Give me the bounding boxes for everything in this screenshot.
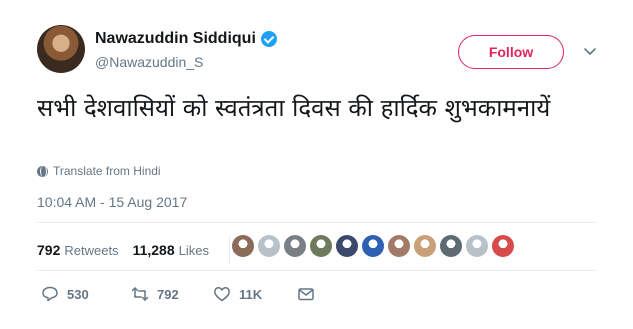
tweet-text: सभी देशवासियों को स्वतंत्रता दिवस की हार…	[37, 94, 551, 122]
envelope-icon	[298, 288, 314, 301]
liker-avatar[interactable]	[232, 235, 254, 257]
liker-avatar[interactable]	[492, 235, 514, 257]
liker-avatar[interactable]	[258, 235, 280, 257]
author-name[interactable]: Nawazuddin Siddiqui	[95, 30, 256, 48]
like-count: 11K	[239, 286, 263, 302]
tweet-timestamp[interactable]: 10:04 AM - 15 Aug 2017	[37, 194, 187, 210]
translate-label: Translate from Hindi	[53, 164, 161, 178]
divider-top	[37, 222, 597, 223]
author-handle[interactable]: @Nawazuddin_S	[95, 54, 203, 70]
translate-link[interactable]: Translate from Hindi	[37, 164, 161, 178]
likes-count: 11,288	[132, 242, 175, 258]
retweet-count: 792	[157, 286, 179, 302]
divider-bottom	[37, 270, 597, 271]
likes-label: Likes	[178, 243, 209, 258]
reply-button[interactable]: 530	[41, 285, 131, 303]
tweet-actions: 530 792 11K	[41, 285, 315, 303]
retweet-icon	[131, 287, 149, 301]
liker-avatar[interactable]	[466, 235, 488, 257]
author-name-row: Nawazuddin Siddiqui	[95, 30, 277, 48]
like-button[interactable]: 11K	[213, 285, 297, 303]
retweets-label: Retweets	[64, 243, 119, 258]
stats-separator	[228, 236, 230, 264]
liker-avatar[interactable]	[310, 235, 332, 257]
liker-avatar[interactable]	[414, 235, 436, 257]
author-avatar[interactable]	[37, 25, 85, 73]
globe-icon	[37, 165, 48, 177]
liker-avatar[interactable]	[284, 235, 306, 257]
retweet-button[interactable]: 792	[131, 285, 213, 303]
verified-badge-icon	[260, 31, 277, 47]
liker-avatar[interactable]	[388, 235, 410, 257]
tweet-stats: 792 Retweets 11,288 Likes	[37, 236, 230, 264]
liker-avatar[interactable]	[336, 235, 358, 257]
liker-avatar[interactable]	[440, 235, 462, 257]
retweets-stat[interactable]: 792 Retweets	[37, 242, 119, 258]
heart-icon	[214, 287, 230, 302]
reply-count: 530	[67, 286, 89, 302]
liker-avatar[interactable]	[362, 235, 384, 257]
likes-stat[interactable]: 11,288 Likes	[133, 242, 209, 258]
follow-button[interactable]: Follow	[458, 35, 564, 69]
likers-avatars	[232, 235, 514, 257]
chevron-down-icon[interactable]	[582, 43, 598, 59]
retweets-count: 792	[37, 242, 61, 258]
direct-message-button[interactable]	[297, 285, 315, 303]
reply-icon	[42, 286, 58, 302]
